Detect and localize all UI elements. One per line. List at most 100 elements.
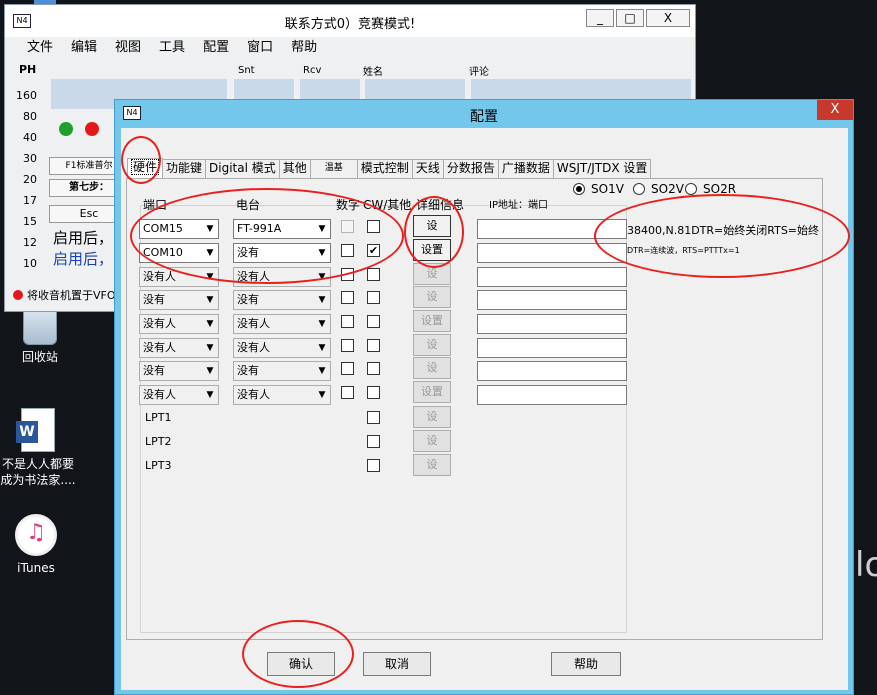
radio-select[interactable]: 没有人 ▼ (233, 385, 331, 405)
menu-file[interactable]: 文件 (27, 37, 53, 59)
so2v-label: SO2V (651, 182, 684, 196)
digital-checkbox[interactable] (341, 339, 354, 352)
radio-select[interactable]: 没有 ▼ (233, 243, 331, 263)
radio-select[interactable]: 没有 ▼ (233, 361, 331, 381)
digital-checkbox[interactable] (341, 362, 354, 375)
radio-select[interactable]: 没有人 ▼ (233, 338, 331, 358)
port-select[interactable]: 没有人 ▼ (139, 314, 219, 334)
set-button[interactable]: 设 (413, 334, 451, 356)
tab-function-keys[interactable]: 功能键 (162, 159, 207, 178)
maximize-button[interactable]: □ (616, 9, 644, 27)
record-icon (13, 290, 23, 300)
dialog-close-button[interactable]: X (817, 100, 853, 120)
set-button[interactable]: 设 (413, 286, 451, 308)
so2v-radio[interactable] (633, 183, 645, 195)
tab-broadcast-data[interactable]: 广播数据 (497, 159, 554, 178)
menu-edit[interactable]: 编辑 (71, 37, 97, 59)
menu-config[interactable]: 配置 (203, 37, 229, 59)
radio-select[interactable]: 没有 ▼ (233, 290, 331, 310)
cw-checkbox[interactable] (367, 291, 380, 304)
band-item[interactable]: 160 (13, 85, 41, 106)
word-document-shortcut[interactable]: W 不是人人都要成为书法家.... (0, 408, 78, 488)
itunes-shortcut[interactable]: ♫ iTunes (0, 514, 76, 576)
band-item[interactable]: 80 (13, 106, 41, 127)
contest-window-titlebar[interactable]: N4 联系方式0）竞赛模式! _ □ X (5, 5, 695, 37)
close-button[interactable]: X (646, 9, 690, 27)
radio-select[interactable]: 没有人 ▼ (233, 267, 331, 287)
cw-checkbox[interactable] (367, 362, 380, 375)
digital-checkbox[interactable] (341, 386, 354, 399)
lpt1-set-button[interactable]: 设 (413, 406, 451, 428)
radio-select[interactable]: 没有人 ▼ (233, 314, 331, 334)
set-button[interactable]: 设 (413, 357, 451, 379)
set-button[interactable]: 设 (413, 263, 451, 285)
tab-wsjt-jtdx[interactable]: WSJT/JTDX 设置 (552, 159, 652, 178)
ip-input[interactable] (477, 385, 627, 405)
menu-window[interactable]: 窗口 (247, 37, 273, 59)
digital-checkbox[interactable] (341, 220, 354, 233)
so2r-radio[interactable] (685, 183, 697, 195)
ip-input[interactable] (477, 290, 627, 310)
tab-other[interactable]: 其他 (278, 159, 311, 178)
cw-checkbox[interactable] (367, 315, 380, 328)
radio-select[interactable]: FT-991A ▼ (233, 219, 331, 239)
chevron-down-icon: ▼ (206, 248, 214, 258)
port-select[interactable]: 没有 ▼ (139, 290, 219, 310)
recycle-bin-shortcut[interactable]: 回收站 (0, 305, 80, 365)
tab-antenna[interactable]: 天线 (411, 159, 444, 178)
menu-tools[interactable]: 工具 (159, 37, 185, 59)
band-item[interactable]: 17 (13, 190, 41, 211)
digital-checkbox[interactable] (341, 268, 354, 281)
port-select[interactable]: COM15 ▼ (139, 219, 219, 239)
band-item[interactable]: 40 (13, 127, 41, 148)
lpt2-checkbox[interactable] (367, 435, 380, 448)
port-select[interactable]: 没有人 ▼ (139, 385, 219, 405)
set-button[interactable]: 设置 (413, 310, 451, 332)
tab-hardware[interactable]: 硬件 (127, 158, 164, 179)
band-item[interactable]: 30 (13, 148, 41, 169)
port-select[interactable]: 没有人 ▼ (139, 267, 219, 287)
lpt3-set-button[interactable]: 设 (413, 454, 451, 476)
band-item[interactable]: 15 (13, 211, 41, 232)
set-button[interactable]: 设置 (413, 239, 451, 261)
lpt2-set-button[interactable]: 设 (413, 430, 451, 452)
ip-input[interactable] (477, 243, 627, 263)
config-dialog-titlebar[interactable]: N4 配置 X (115, 100, 853, 128)
chevron-down-icon: ▼ (318, 319, 326, 329)
band-item[interactable]: 20 (13, 169, 41, 190)
port-select[interactable]: 没有 ▼ (139, 361, 219, 381)
digital-checkbox[interactable] (341, 315, 354, 328)
cw-checkbox[interactable]: ✔ (367, 244, 380, 257)
band-item[interactable]: 10 (13, 253, 41, 274)
ok-button[interactable]: 确认 (267, 652, 335, 676)
tab-mode-control[interactable]: 模式控制 (356, 159, 413, 178)
digital-checkbox[interactable] (341, 291, 354, 304)
lpt1-checkbox[interactable] (367, 411, 380, 424)
lpt3-checkbox[interactable] (367, 459, 380, 472)
digital-checkbox[interactable] (341, 244, 354, 257)
menu-help[interactable]: 帮助 (291, 37, 317, 59)
cw-checkbox[interactable] (367, 268, 380, 281)
chevron-down-icon: ▼ (206, 390, 214, 400)
band-item[interactable]: 12 (13, 232, 41, 253)
so1v-radio[interactable] (573, 183, 585, 195)
ip-input[interactable] (477, 314, 627, 334)
ip-input[interactable] (477, 361, 627, 381)
set-button[interactable]: 设置 (413, 381, 451, 403)
ip-input[interactable] (477, 219, 627, 239)
cancel-button[interactable]: 取消 (363, 652, 431, 676)
tab-winkey[interactable]: 温基 (309, 159, 358, 178)
ip-input[interactable] (477, 338, 627, 358)
tab-digital-modes[interactable]: Digital 模式 (205, 159, 280, 178)
minimize-button[interactable]: _ (586, 9, 614, 27)
cw-checkbox[interactable] (367, 220, 380, 233)
menu-view[interactable]: 视图 (115, 37, 141, 59)
cw-checkbox[interactable] (367, 339, 380, 352)
help-button[interactable]: 帮助 (551, 652, 621, 676)
tab-score-report[interactable]: 分数报告 (442, 159, 499, 178)
ip-input[interactable] (477, 267, 627, 287)
cw-checkbox[interactable] (367, 386, 380, 399)
port-select[interactable]: 没有人 ▼ (139, 338, 219, 358)
port-select[interactable]: COM10 ▼ (139, 243, 219, 263)
set-button[interactable]: 设 (413, 215, 451, 237)
